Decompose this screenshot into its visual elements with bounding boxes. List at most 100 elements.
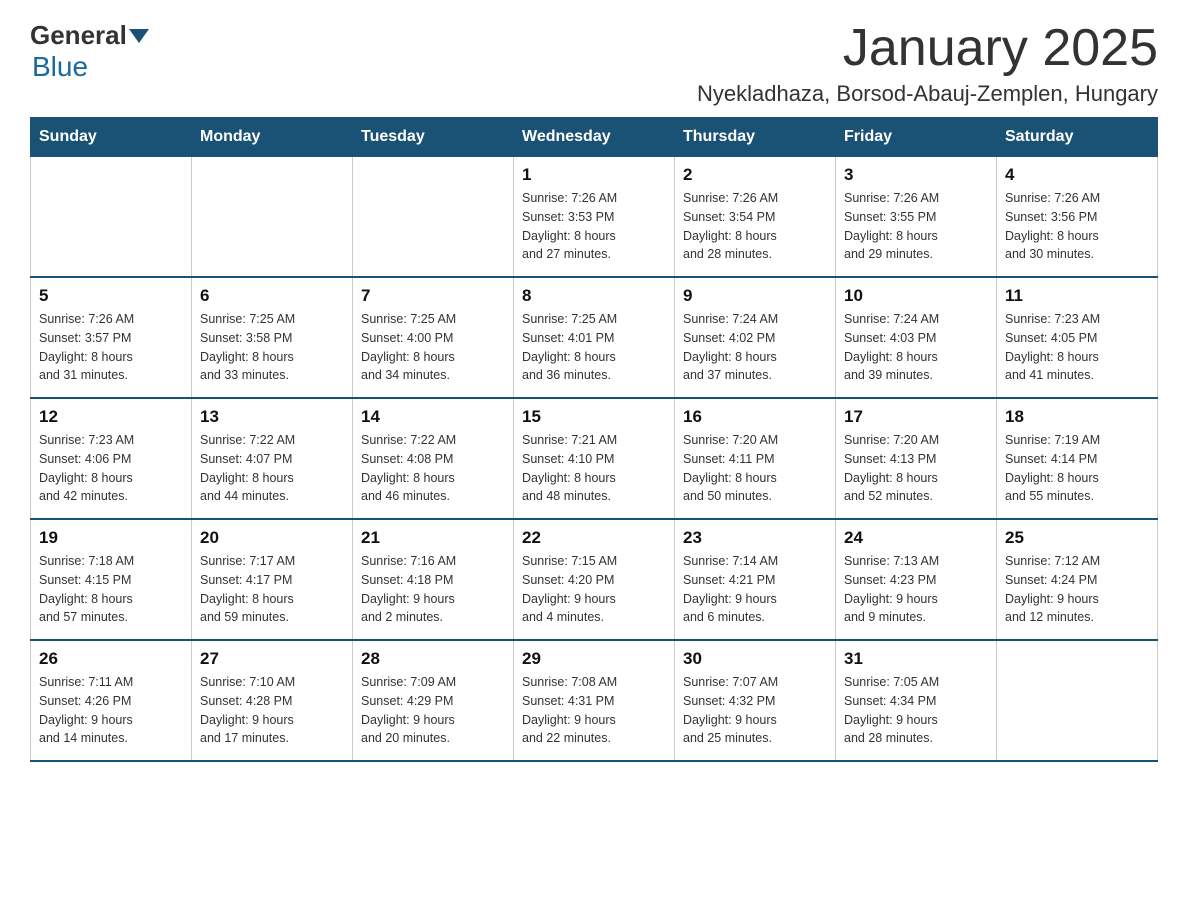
day-info: Sunrise: 7:11 AMSunset: 4:26 PMDaylight:… — [39, 673, 183, 748]
day-number: 3 — [844, 165, 988, 185]
weekday-header-monday: Monday — [192, 118, 353, 157]
weekday-header-row: SundayMondayTuesdayWednesdayThursdayFrid… — [31, 118, 1158, 157]
calendar-week-row: 19 Sunrise: 7:18 AMSunset: 4:15 PMDayligh… — [31, 519, 1158, 640]
calendar-cell: 19 Sunrise: 7:18 AMSunset: 4:15 PMDayligh… — [31, 519, 192, 640]
logo-arrow-icon — [129, 29, 149, 43]
calendar-cell: 29 Sunrise: 7:08 AMSunset: 4:31 PMDayligh… — [514, 640, 675, 761]
day-info: Sunrise: 7:20 AMSunset: 4:13 PMDaylight:… — [844, 431, 988, 506]
calendar-header: SundayMondayTuesdayWednesdayThursdayFrid… — [31, 118, 1158, 157]
calendar-cell: 2Sunrise: 7:26 AMSunset: 3:54 PMDaylight… — [675, 157, 836, 278]
calendar-cell: 9 Sunrise: 7:24 AMSunset: 4:02 PMDaylight… — [675, 277, 836, 398]
day-info: Sunrise: 7:24 AMSunset: 4:02 PMDaylight:… — [683, 310, 827, 385]
weekday-header-saturday: Saturday — [997, 118, 1158, 157]
calendar-cell: 1 Sunrise: 7:26 AMSunset: 3:53 PMDaylight… — [514, 157, 675, 278]
logo-blue-text: Blue — [32, 51, 88, 82]
day-number: 17 — [844, 407, 988, 427]
day-number: 14 — [361, 407, 505, 427]
day-info: Sunrise: 7:14 AMSunset: 4:21 PMDaylight:… — [683, 552, 827, 627]
calendar-cell: 16Sunrise: 7:20 AMSunset: 4:11 PMDayligh… — [675, 398, 836, 519]
day-number: 23 — [683, 528, 827, 548]
day-info: Sunrise: 7:25 AMSunset: 4:01 PMDaylight:… — [522, 310, 666, 385]
day-info: Sunrise: 7:26 AMSunset: 3:53 PMDaylight:… — [522, 189, 666, 264]
calendar-cell: 10Sunrise: 7:24 AMSunset: 4:03 PMDayligh… — [836, 277, 997, 398]
day-info: Sunrise: 7:23 AMSunset: 4:05 PMDaylight:… — [1005, 310, 1149, 385]
calendar-cell: 14 Sunrise: 7:22 AMSunset: 4:08 PMDayligh… — [353, 398, 514, 519]
day-info: Sunrise: 7:21 AMSunset: 4:10 PMDaylight:… — [522, 431, 666, 506]
day-info: Sunrise: 7:12 AMSunset: 4:24 PMDaylight:… — [1005, 552, 1149, 627]
day-info: Sunrise: 7:10 AMSunset: 4:28 PMDaylight:… — [200, 673, 344, 748]
location-title: Nyekladhaza, Borsod-Abauj-Zemplen, Hunga… — [697, 81, 1158, 107]
day-info: Sunrise: 7:26 AMSunset: 3:57 PMDaylight:… — [39, 310, 183, 385]
calendar-cell — [997, 640, 1158, 761]
day-number: 7 — [361, 286, 505, 306]
calendar-body: 1 Sunrise: 7:26 AMSunset: 3:53 PMDaylight… — [31, 157, 1158, 762]
calendar-cell: 3 Sunrise: 7:26 AMSunset: 3:55 PMDaylight… — [836, 157, 997, 278]
day-number: 12 — [39, 407, 183, 427]
logo: General Blue — [30, 20, 151, 83]
calendar-cell: 15Sunrise: 7:21 AMSunset: 4:10 PMDayligh… — [514, 398, 675, 519]
day-number: 27 — [200, 649, 344, 669]
title-section: January 2025 Nyekladhaza, Borsod-Abauj-Z… — [697, 20, 1158, 107]
calendar-cell — [353, 157, 514, 278]
day-number: 19 — [39, 528, 183, 548]
day-info: Sunrise: 7:26 AMSunset: 3:55 PMDaylight:… — [844, 189, 988, 264]
calendar-cell: 5 Sunrise: 7:26 AMSunset: 3:57 PMDaylight… — [31, 277, 192, 398]
day-info: Sunrise: 7:22 AMSunset: 4:08 PMDaylight:… — [361, 431, 505, 506]
day-number: 28 — [361, 649, 505, 669]
day-number: 21 — [361, 528, 505, 548]
calendar-cell: 18 Sunrise: 7:19 AMSunset: 4:14 PMDayligh… — [997, 398, 1158, 519]
day-number: 11 — [1005, 286, 1149, 306]
calendar-cell: 27 Sunrise: 7:10 AMSunset: 4:28 PMDayligh… — [192, 640, 353, 761]
day-info: Sunrise: 7:19 AMSunset: 4:14 PMDaylight:… — [1005, 431, 1149, 506]
calendar-cell — [192, 157, 353, 278]
day-number: 8 — [522, 286, 666, 306]
calendar-week-row: 12 Sunrise: 7:23 AMSunset: 4:06 PMDayligh… — [31, 398, 1158, 519]
day-info: Sunrise: 7:17 AMSunset: 4:17 PMDaylight:… — [200, 552, 344, 627]
calendar-cell: 25 Sunrise: 7:12 AMSunset: 4:24 PMDayligh… — [997, 519, 1158, 640]
calendar-table: SundayMondayTuesdayWednesdayThursdayFrid… — [30, 117, 1158, 762]
day-number: 26 — [39, 649, 183, 669]
calendar-cell: 31Sunrise: 7:05 AMSunset: 4:34 PMDayligh… — [836, 640, 997, 761]
day-number: 30 — [683, 649, 827, 669]
calendar-cell: 28Sunrise: 7:09 AMSunset: 4:29 PMDayligh… — [353, 640, 514, 761]
calendar-cell: 11 Sunrise: 7:23 AMSunset: 4:05 PMDayligh… — [997, 277, 1158, 398]
weekday-header-thursday: Thursday — [675, 118, 836, 157]
day-number: 13 — [200, 407, 344, 427]
calendar-cell: 22Sunrise: 7:15 AMSunset: 4:20 PMDayligh… — [514, 519, 675, 640]
weekday-header-wednesday: Wednesday — [514, 118, 675, 157]
day-number: 1 — [522, 165, 666, 185]
day-info: Sunrise: 7:08 AMSunset: 4:31 PMDaylight:… — [522, 673, 666, 748]
day-info: Sunrise: 7:26 AMSunset: 3:56 PMDaylight:… — [1005, 189, 1149, 264]
calendar-cell: 17 Sunrise: 7:20 AMSunset: 4:13 PMDayligh… — [836, 398, 997, 519]
day-number: 22 — [522, 528, 666, 548]
calendar-cell: 13 Sunrise: 7:22 AMSunset: 4:07 PMDayligh… — [192, 398, 353, 519]
day-number: 6 — [200, 286, 344, 306]
day-number: 9 — [683, 286, 827, 306]
day-number: 10 — [844, 286, 988, 306]
calendar-week-row: 26 Sunrise: 7:11 AMSunset: 4:26 PMDayligh… — [31, 640, 1158, 761]
logo-general-text: General — [30, 20, 127, 51]
weekday-header-tuesday: Tuesday — [353, 118, 514, 157]
page-header: General Blue January 2025 Nyekladhaza, B… — [30, 20, 1158, 107]
day-info: Sunrise: 7:22 AMSunset: 4:07 PMDaylight:… — [200, 431, 344, 506]
day-info: Sunrise: 7:18 AMSunset: 4:15 PMDaylight:… — [39, 552, 183, 627]
calendar-cell — [31, 157, 192, 278]
day-number: 29 — [522, 649, 666, 669]
calendar-week-row: 5 Sunrise: 7:26 AMSunset: 3:57 PMDaylight… — [31, 277, 1158, 398]
day-info: Sunrise: 7:07 AMSunset: 4:32 PMDaylight:… — [683, 673, 827, 748]
calendar-cell: 26 Sunrise: 7:11 AMSunset: 4:26 PMDayligh… — [31, 640, 192, 761]
day-number: 20 — [200, 528, 344, 548]
calendar-week-row: 1 Sunrise: 7:26 AMSunset: 3:53 PMDaylight… — [31, 157, 1158, 278]
day-number: 31 — [844, 649, 988, 669]
day-number: 25 — [1005, 528, 1149, 548]
day-number: 5 — [39, 286, 183, 306]
calendar-cell: 23 Sunrise: 7:14 AMSunset: 4:21 PMDayligh… — [675, 519, 836, 640]
day-info: Sunrise: 7:26 AMSunset: 3:54 PMDaylight:… — [683, 189, 827, 264]
day-number: 18 — [1005, 407, 1149, 427]
calendar-cell: 24Sunrise: 7:13 AMSunset: 4:23 PMDayligh… — [836, 519, 997, 640]
day-number: 16 — [683, 407, 827, 427]
weekday-header-sunday: Sunday — [31, 118, 192, 157]
day-info: Sunrise: 7:23 AMSunset: 4:06 PMDaylight:… — [39, 431, 183, 506]
calendar-cell: 8 Sunrise: 7:25 AMSunset: 4:01 PMDaylight… — [514, 277, 675, 398]
calendar-cell: 30 Sunrise: 7:07 AMSunset: 4:32 PMDayligh… — [675, 640, 836, 761]
